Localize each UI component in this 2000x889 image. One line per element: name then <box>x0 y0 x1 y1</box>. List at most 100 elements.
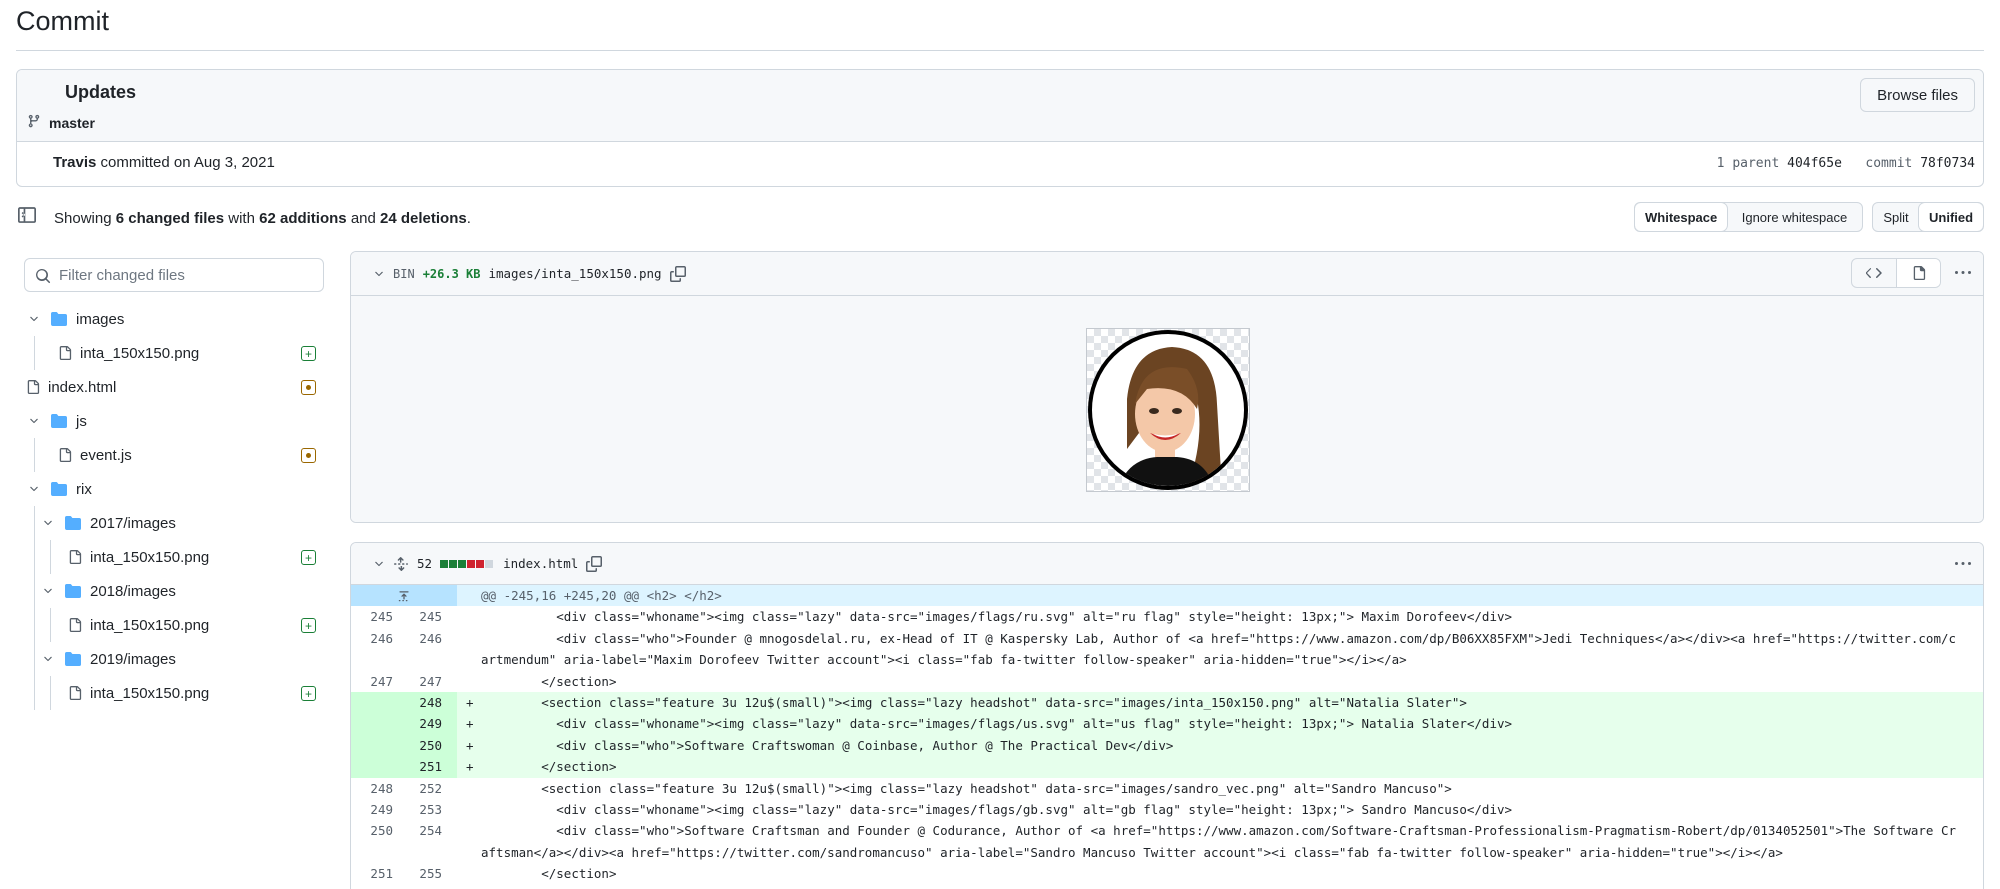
folder-icon <box>64 515 82 531</box>
split-button[interactable]: Split <box>1873 203 1919 231</box>
tree-file-2018-inta[interactable]: inta_150x150.png + <box>24 608 324 642</box>
file-header: 52 index.html <box>351 543 1983 585</box>
kebab-menu-icon[interactable] <box>1951 549 1975 579</box>
chevron-down-icon <box>26 415 42 427</box>
file-added-icon: + <box>301 550 316 565</box>
code-line: <div class="whoname"><img class="lazy" d… <box>481 716 1513 732</box>
diff-line-context: 247 247 </section> <box>351 671 1983 692</box>
new-line-number[interactable]: 252 <box>400 778 442 799</box>
sidebar-toggle-icon[interactable] <box>18 206 36 229</box>
diff-stat-square <box>485 559 494 568</box>
expand-all-icon[interactable] <box>393 556 409 572</box>
diff-stat-square <box>458 559 467 568</box>
diff-line-context: 250 254 <div class="who">Software Craftsm… <box>351 820 1983 863</box>
chevron-down-icon <box>40 517 56 529</box>
copy-icon[interactable] <box>586 555 603 572</box>
commit-author-line: Travis committed on Aug 3, 2021 <box>53 154 275 171</box>
unified-button[interactable]: Unified <box>1919 203 1983 231</box>
old-line-number[interactable]: 250 <box>351 820 393 841</box>
file-icon <box>26 379 40 395</box>
new-line-number[interactable]: 253 <box>400 799 442 820</box>
chevron-down-icon <box>26 313 42 325</box>
new-line-number[interactable]: 255 <box>400 863 442 884</box>
code-line: <div class="whoname"><img class="lazy" d… <box>481 801 1513 817</box>
ignore-whitespace-button[interactable]: Ignore whitespace <box>1727 203 1862 231</box>
whitespace-button[interactable]: Whitespace <box>1635 203 1727 231</box>
code-line: <div class="who">Founder @ mnogosdelal.r… <box>481 630 1957 668</box>
whitespace-toggle-group: Whitespace Ignore whitespace <box>1634 202 1863 232</box>
code-view-icon[interactable] <box>1852 259 1896 287</box>
hunk-header-text: @@ -245,16 +245,20 @@ <h2> </h2> <box>481 588 722 603</box>
diff-line-added: 248 + <section class="feature 3u 12u$(sma… <box>351 691 1983 714</box>
tree-folder-js[interactable]: js <box>24 404 324 438</box>
tree-folder-2019-images[interactable]: 2019/images <box>24 642 324 676</box>
old-line-number[interactable]: 248 <box>351 778 393 799</box>
diff-stat-square <box>476 559 485 568</box>
deletions-count: 24 deletions <box>380 210 467 227</box>
code-line: <section class="feature 3u 12u$(small)">… <box>481 694 1467 710</box>
diff-line-context: 245 245 <div class="whoname"><img class="… <box>351 606 1983 627</box>
kebab-menu-icon[interactable] <box>1951 258 1975 288</box>
code-line: <div class="who">Software Craftsman and … <box>481 823 1957 860</box>
old-line-number[interactable]: 247 <box>351 671 393 692</box>
tree-file-index-html[interactable]: index.html <box>24 370 324 404</box>
tree-file-event-js[interactable]: event.js <box>24 438 324 472</box>
code-line: <section class="feature 3u 12u$(small)">… <box>481 780 1452 796</box>
file-diff-image: BIN +26.3 KB images/inta_150x150.png <box>350 251 1984 523</box>
new-line-number[interactable]: 251 <box>400 756 442 777</box>
diff-line-context: 249 253 <div class="whoname"><img class="… <box>351 799 1983 820</box>
new-line-number[interactable]: 247 <box>400 671 442 692</box>
code-line: <div class="whoname"><img class="lazy" d… <box>481 609 1513 625</box>
browse-files-button[interactable]: Browse files <box>1860 78 1975 112</box>
branch-info: master <box>27 114 95 131</box>
parent-sha-link[interactable]: 404f65e <box>1787 156 1842 171</box>
file-icon <box>68 549 82 565</box>
file-size-change: +26.3 KB <box>422 266 481 281</box>
filter-box <box>24 258 324 292</box>
new-line-number[interactable]: 246 <box>400 628 442 649</box>
copy-icon[interactable] <box>669 265 686 282</box>
tree-folder-2017-images[interactable]: 2017/images <box>24 506 324 540</box>
new-line-number[interactable]: 245 <box>400 606 442 627</box>
branch-name[interactable]: master <box>49 115 95 131</box>
tree-folder-2018-images[interactable]: 2018/images <box>24 574 324 608</box>
new-line-number[interactable]: 254 <box>400 820 442 841</box>
file-header-actions <box>1851 258 1975 288</box>
chevron-down-icon <box>40 585 56 597</box>
old-line-number[interactable]: 251 <box>351 863 393 884</box>
collapse-chevron-icon[interactable] <box>373 268 385 280</box>
file-view-icon[interactable] <box>1896 259 1940 287</box>
old-line-number[interactable]: 246 <box>351 628 393 649</box>
additions-count: 62 additions <box>259 210 347 227</box>
tree-folder-images[interactable]: images <box>24 302 324 336</box>
author-name[interactable]: Travis <box>53 154 96 171</box>
collapse-chevron-icon[interactable] <box>373 558 385 570</box>
changes-count: 52 <box>417 556 433 571</box>
tree-file-images-inta[interactable]: inta_150x150.png + <box>24 336 324 370</box>
page-title: Commit <box>16 6 109 36</box>
view-mode-toggle-group: Split Unified <box>1872 202 1984 232</box>
filter-files-input[interactable] <box>59 260 319 290</box>
new-line-number[interactable]: 248 <box>400 692 442 713</box>
tree-file-2017-inta[interactable]: inta_150x150.png + <box>24 540 324 574</box>
tree-folder-rix[interactable]: rix <box>24 472 324 506</box>
folder-icon <box>64 651 82 667</box>
new-line-number[interactable]: 250 <box>400 735 442 756</box>
tree-file-2019-inta[interactable]: inta_150x150.png + <box>24 676 324 710</box>
new-line-number[interactable]: 249 <box>400 713 442 734</box>
file-name-link[interactable]: index.html <box>503 556 578 571</box>
committed-date: committed on Aug 3, 2021 <box>100 154 275 171</box>
commit-ids: 1 parent 404f65e commit 78f0734 <box>1717 156 1975 171</box>
old-line-number[interactable]: 245 <box>351 606 393 627</box>
git-branch-icon <box>27 114 41 131</box>
diff-line-context: 246 246 <div class="who">Founder @ mnogos… <box>351 628 1983 671</box>
old-line-number[interactable]: 249 <box>351 799 393 820</box>
file-name-link[interactable]: images/inta_150x150.png <box>488 266 661 281</box>
diff-line-context: 248 252 <section class="feature 3u 12u$(s… <box>351 778 1983 799</box>
file-added-icon: + <box>301 618 316 633</box>
commit-meta: Travis committed on Aug 3, 2021 1 parent… <box>17 142 1983 186</box>
diff-stat-square <box>467 559 476 568</box>
file-icon <box>58 345 72 361</box>
image-preview-area <box>351 296 1983 522</box>
file-modified-icon <box>301 380 316 395</box>
